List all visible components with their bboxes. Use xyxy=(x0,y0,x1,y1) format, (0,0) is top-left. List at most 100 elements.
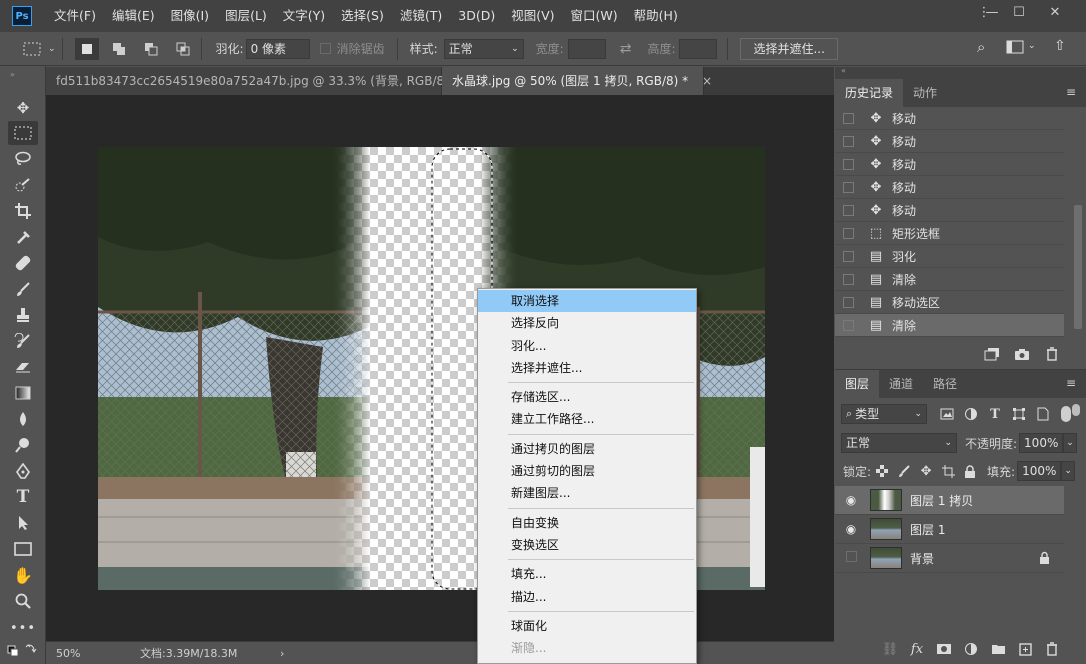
collapse-icon[interactable]: » xyxy=(10,70,15,79)
context-menu-item[interactable]: 取消选择 xyxy=(478,290,696,313)
tab-paths[interactable]: 路径 xyxy=(923,370,967,398)
history-source-checkbox[interactable] xyxy=(843,158,854,170)
chevron-down-icon[interactable]: ⌄ xyxy=(1061,461,1076,481)
new-layer-icon[interactable] xyxy=(1013,638,1037,660)
history-item[interactable]: ▤ 移动选区 xyxy=(835,291,1064,314)
filter-pixel-icon[interactable] xyxy=(935,403,959,425)
adjustment-layer-icon[interactable] xyxy=(959,638,983,660)
collapse-icon[interactable]: « xyxy=(841,66,846,75)
filter-adjustment-icon[interactable] xyxy=(959,403,983,425)
menu-item-10[interactable]: 帮助(H) xyxy=(626,0,686,32)
context-menu-item[interactable]: 自由变换 xyxy=(478,512,696,534)
filter-type-icon[interactable]: T xyxy=(983,403,1007,425)
clone-stamp-tool-icon[interactable] xyxy=(8,303,38,327)
tab-history[interactable]: 历史记录 xyxy=(835,79,904,107)
tab-channels[interactable]: 通道 xyxy=(879,370,923,398)
history-item[interactable]: ✥ 移动 xyxy=(835,130,1064,153)
history-source-checkbox[interactable] xyxy=(843,135,854,147)
lock-artboard-icon[interactable] xyxy=(937,460,959,482)
history-item[interactable]: ✥ 移动 xyxy=(835,107,1064,130)
layer-name[interactable]: 背景 xyxy=(910,550,934,567)
history-item[interactable]: ✥ 移动 xyxy=(835,199,1064,222)
history-brush-tool-icon[interactable] xyxy=(8,329,38,353)
tab-document-2[interactable]: 水晶球.jpg @ 50% (图层 1 拷贝, RGB/8) * × xyxy=(442,67,712,95)
context-menu-item[interactable]: 存储选区... xyxy=(478,386,696,408)
style-select[interactable]: 正常 ⌄ xyxy=(443,38,524,59)
link-layers-icon[interactable]: ⛓ xyxy=(878,638,902,660)
search-icon[interactable]: ⌕ xyxy=(977,38,985,56)
layer-row[interactable]: ◉ 图层 1 拷贝 xyxy=(835,486,1064,515)
fill-input[interactable]: 100% xyxy=(1017,461,1062,481)
rectangle-tool-icon[interactable] xyxy=(8,537,38,561)
intersect-selection-icon[interactable] xyxy=(171,38,195,60)
workspace-icon[interactable] xyxy=(1006,40,1024,57)
healing-brush-tool-icon[interactable] xyxy=(8,251,38,275)
filter-smart-object-icon[interactable] xyxy=(1031,403,1055,425)
share-icon[interactable]: ⇧ xyxy=(1054,38,1066,54)
menu-item-8[interactable]: 视图(V) xyxy=(503,0,562,32)
layers-scroll-thumb[interactable] xyxy=(1072,404,1080,416)
lock-all-icon[interactable] xyxy=(959,460,981,482)
zoom-level[interactable]: 50% xyxy=(56,647,116,660)
history-item[interactable]: ▤ 清除 xyxy=(835,268,1064,291)
blur-tool-icon[interactable] xyxy=(8,407,38,431)
context-menu-item[interactable]: 通过拷贝的图层 xyxy=(478,438,696,460)
zoom-tool-icon[interactable] xyxy=(8,589,38,613)
trash-icon[interactable] xyxy=(1040,638,1064,660)
chevron-down-icon[interactable]: ⌄ xyxy=(1028,41,1036,51)
add-mask-icon[interactable] xyxy=(932,638,956,660)
gradient-tool-icon[interactable] xyxy=(8,381,38,405)
quick-selection-tool-icon[interactable] xyxy=(8,173,38,197)
width-input[interactable] xyxy=(567,38,606,59)
crop-tool-icon[interactable] xyxy=(8,199,38,223)
history-source-checkbox[interactable] xyxy=(843,181,854,193)
history-source-checkbox[interactable] xyxy=(843,273,854,285)
rectangular-marquee-tool-icon[interactable] xyxy=(8,121,38,145)
eyedropper-tool-icon[interactable] xyxy=(8,225,38,249)
history-item[interactable]: ✥ 移动 xyxy=(835,176,1064,199)
brush-tool-icon[interactable] xyxy=(8,277,38,301)
subtract-selection-icon[interactable] xyxy=(139,38,163,60)
close-button[interactable]: ✕ xyxy=(1037,0,1073,24)
history-source-checkbox[interactable] xyxy=(843,296,854,308)
context-menu-item[interactable]: 新建图层... xyxy=(478,482,696,504)
menu-item-1[interactable]: 编辑(E) xyxy=(104,0,163,32)
panel-menu-icon[interactable]: ≡ xyxy=(1066,376,1076,390)
eye-icon[interactable]: ◉ xyxy=(840,522,862,536)
filter-shape-icon[interactable] xyxy=(1007,403,1031,425)
lock-position-icon[interactable]: ✥ xyxy=(915,460,937,482)
context-menu-item[interactable]: 选择反向 xyxy=(478,312,696,334)
hand-tool-icon[interactable]: ✋ xyxy=(8,563,38,587)
lock-transparent-icon[interactable] xyxy=(871,460,893,482)
layer-name[interactable]: 图层 1 拷贝 xyxy=(910,492,973,509)
lasso-tool-icon[interactable] xyxy=(8,147,38,171)
lock-pixels-icon[interactable] xyxy=(893,460,915,482)
context-menu-item[interactable]: 描边... xyxy=(478,586,696,608)
eye-icon[interactable]: ◉ xyxy=(840,493,862,507)
history-item[interactable]: ▤ 羽化 xyxy=(835,245,1064,268)
new-document-from-state-icon[interactable] xyxy=(980,343,1004,365)
add-to-selection-icon[interactable] xyxy=(107,38,131,60)
filter-toggle[interactable] xyxy=(1061,406,1071,422)
menu-item-0[interactable]: 文件(F) xyxy=(46,0,104,32)
context-menu-item[interactable]: 羽化... xyxy=(478,335,696,357)
panel-menu-icon[interactable]: ≡ xyxy=(1066,85,1076,99)
tab-document-1[interactable]: fd511b83473cc2654519e80a752a47b.jpg @ 33… xyxy=(46,67,483,95)
more-tools-icon[interactable]: ••• xyxy=(8,616,38,640)
path-selection-tool-icon[interactable] xyxy=(8,511,38,535)
dodge-tool-icon[interactable] xyxy=(8,433,38,457)
context-menu-item[interactable]: 填充... xyxy=(478,563,696,585)
new-group-folder-icon[interactable] xyxy=(986,638,1010,660)
blend-mode-select[interactable]: 正常 ⌄ xyxy=(841,433,957,453)
status-menu-arrow[interactable]: › xyxy=(280,647,284,660)
tab-layers[interactable]: 图层 xyxy=(835,370,880,398)
history-source-checkbox[interactable] xyxy=(843,204,854,216)
pen-tool-icon[interactable] xyxy=(8,459,38,483)
feather-input[interactable]: 0 像素 xyxy=(245,38,310,59)
close-tab-icon[interactable]: × xyxy=(702,74,712,88)
camera-icon[interactable] xyxy=(1010,343,1034,365)
marquee-tool-preset[interactable]: ⌄ xyxy=(22,42,56,56)
antialias-checkbox[interactable] xyxy=(319,43,331,54)
menu-item-6[interactable]: 滤镜(T) xyxy=(392,0,450,32)
history-item[interactable]: ✥ 移动 xyxy=(835,153,1064,176)
